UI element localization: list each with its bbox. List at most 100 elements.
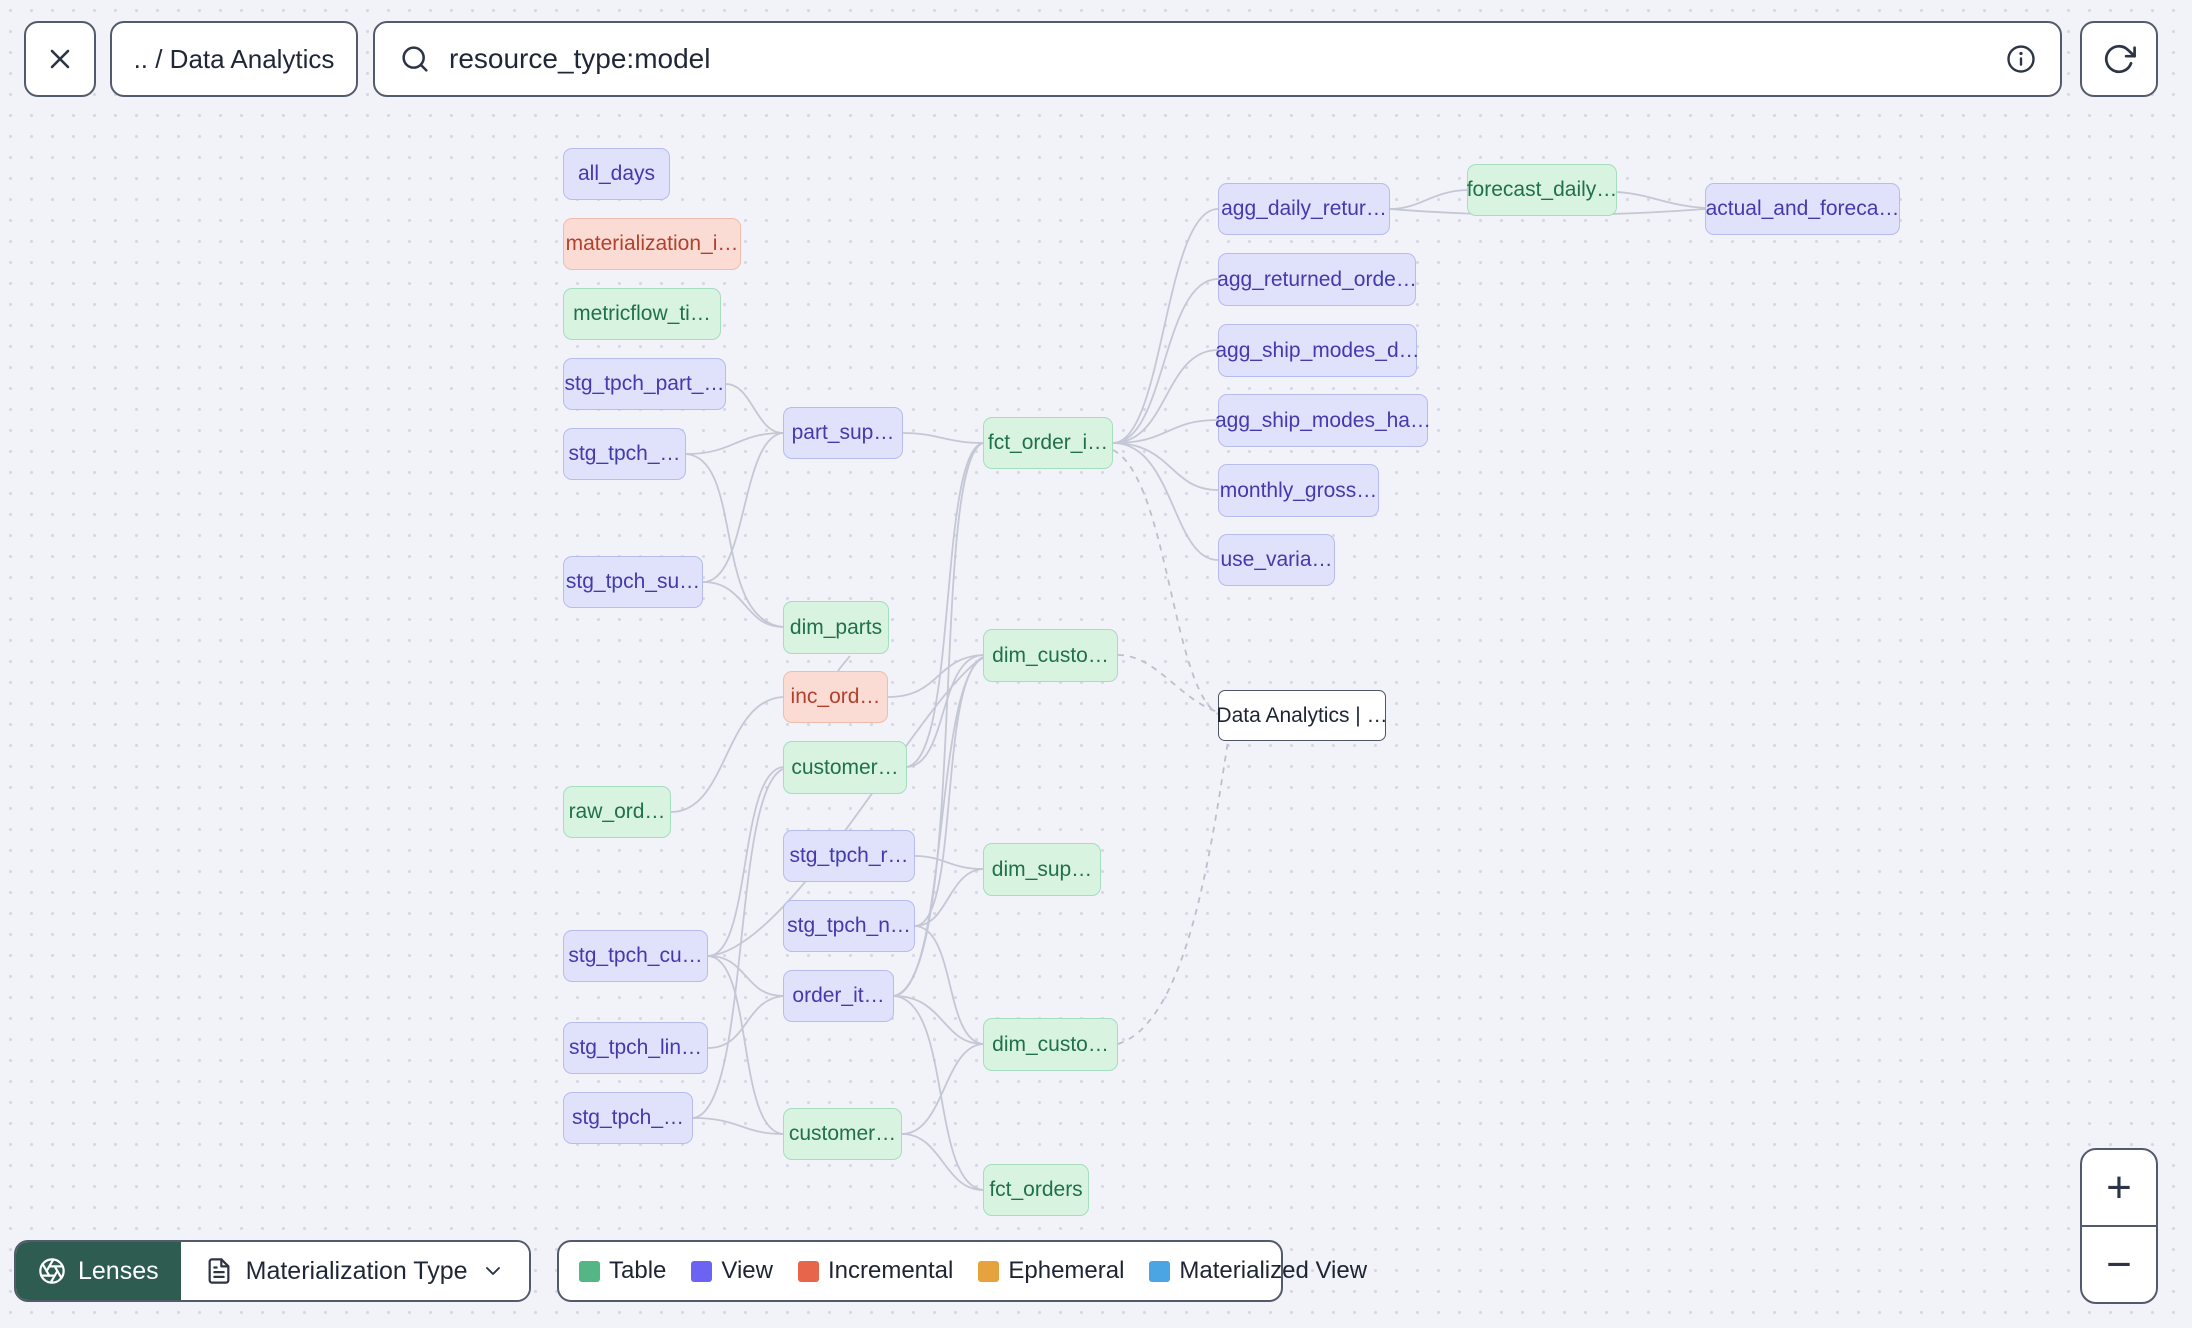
close-button[interactable] [24, 21, 96, 97]
graph-node-stg-tpch-n[interactable]: stg_tpch_n… [783, 900, 915, 952]
graph-node-forecast-daily[interactable]: forecast_daily… [1467, 164, 1617, 216]
graph-node-dim-custo-a[interactable]: dim_custo… [983, 629, 1118, 682]
info-icon[interactable] [2006, 44, 2036, 74]
lineage-edge-dashed [1112, 449, 1219, 715]
lineage-edge [893, 995, 984, 1045]
graph-node-fct-order-i[interactable]: fct_order_i… [983, 417, 1113, 469]
lineage-edge [702, 581, 784, 628]
graph-node-actual-and-foreca[interactable]: actual_and_foreca… [1705, 183, 1900, 235]
search-icon [402, 46, 428, 72]
graph-node-stg-tpch-lin[interactable]: stg_tpch_lin… [563, 1022, 708, 1074]
graph-node-monthly-gross[interactable]: monthly_gross… [1218, 464, 1379, 517]
graph-node-dim-sup[interactable]: dim_sup… [983, 843, 1101, 896]
lineage-edge [1112, 208, 1219, 444]
lineage-edge [1112, 419, 1219, 444]
lineage-edge [905, 442, 984, 768]
graph-node-metricflow-ti[interactable]: metricflow_ti… [563, 288, 721, 340]
graph-node-customer-b[interactable]: customer… [783, 1108, 902, 1160]
legend-item-ephemeral: Ephemeral [978, 1257, 1124, 1285]
lenses-button[interactable]: Lenses [16, 1242, 181, 1300]
lineage-edge [1616, 191, 1706, 209]
lineage-edge [707, 995, 784, 1049]
legend-swatch [691, 1260, 713, 1282]
graph-node-raw-ord[interactable]: raw_ord… [563, 786, 671, 838]
lineage-edge [902, 432, 984, 444]
refresh-icon [2104, 44, 2136, 74]
lenses-bar: Lenses Materialization Type [14, 1240, 531, 1302]
lineage-edge-dashed [1117, 654, 1219, 713]
legend-label: Materialized View [1179, 1257, 1368, 1284]
lineage-canvas[interactable]: all_days materialization_i… metricflow_ti…… [0, 0, 2192, 1328]
graph-node-stg-tpch-part[interactable]: stg_tpch_part_… [563, 358, 726, 410]
graph-node-stg-tpch-cu[interactable]: stg_tpch_cu… [563, 930, 708, 982]
lineage-edge [1112, 442, 1219, 561]
aperture-icon [39, 1258, 65, 1284]
lineage-edge [707, 955, 784, 1135]
lens-type-select[interactable]: Materialization Type [180, 1242, 529, 1300]
lineage-edge [887, 654, 984, 698]
lineage-edge-dashed [1117, 740, 1229, 1045]
graph-node-stg-tpch-su[interactable]: stg_tpch_su… [563, 556, 703, 608]
lineage-edge [893, 995, 984, 1191]
legend-item-materialized-view: Materialized View [1149, 1257, 1367, 1285]
lineage-edge [707, 766, 784, 957]
graph-node-stg-tpch-a[interactable]: stg_tpch_… [563, 428, 686, 480]
graph-node-exposure-data-analytics[interactable]: Data Analytics | … [1216, 690, 1388, 741]
legend-swatch [579, 1260, 600, 1282]
zoom-out-button[interactable]: − [2082, 1227, 2156, 1302]
lineage-edge [670, 696, 784, 813]
graph-node-stg-tpch-r[interactable]: stg_tpch_r… [783, 830, 915, 882]
lineage-edge [914, 656, 984, 927]
graph-node-dim-custo-b[interactable]: dim_custo… [983, 1018, 1118, 1071]
zoom-controls: + − [2080, 1148, 2158, 1304]
lineage-edge [702, 432, 784, 583]
lineage-edge [1112, 442, 1219, 491]
lineage-edge [725, 383, 784, 434]
lineage-edge [914, 925, 984, 1045]
graph-node-part-sup[interactable]: part_sup… [783, 407, 903, 459]
legend-item-view: View [691, 1257, 773, 1285]
lineage-edge [692, 1117, 784, 1135]
lineage-edge [914, 868, 984, 927]
legend-swatch [797, 1260, 819, 1282]
breadcrumb-label: .. / Data Analytics [133, 43, 335, 74]
lenses-label: Lenses [78, 1256, 159, 1285]
lineage-edge [1389, 189, 1468, 210]
legend-label: Incremental [827, 1257, 954, 1284]
x-icon [50, 49, 70, 69]
graph-node-inc-ord[interactable]: inc_ord… [783, 671, 888, 723]
lineage-edge [1112, 278, 1219, 444]
graph-node-agg-ship-modes-d[interactable]: agg_ship_modes_d… [1215, 324, 1420, 377]
lineage-edge [901, 1133, 984, 1191]
lineage-edge [837, 655, 851, 672]
search-input[interactable] [449, 43, 1988, 75]
lineage-edge [914, 855, 984, 870]
legend-label: Table [609, 1257, 667, 1284]
refresh-button[interactable] [2080, 21, 2158, 97]
legend-item-table: Table [579, 1257, 666, 1285]
graph-node-order-it[interactable]: order_it… [783, 970, 894, 1022]
graph-node-agg-daily-retur[interactable]: agg_daily_retur… [1218, 183, 1390, 235]
graph-node-stg-tpch-b[interactable]: stg_tpch_… [563, 1092, 693, 1144]
graph-node-materialization-i[interactable]: materialization_i… [563, 218, 741, 270]
zoom-in-button[interactable]: + [2082, 1150, 2156, 1227]
graph-node-dim-parts[interactable]: dim_parts [783, 601, 889, 654]
legend-swatch [1149, 1260, 1171, 1282]
graph-node-customer-a[interactable]: customer… [783, 741, 907, 794]
graph-node-use-varia[interactable]: use_varia… [1218, 534, 1335, 586]
graph-node-fct-orders[interactable]: fct_orders [983, 1164, 1089, 1216]
chevron-down-icon [485, 1267, 500, 1275]
graph-node-agg-returned-orde[interactable]: agg_returned_orde… [1217, 253, 1417, 306]
breadcrumb[interactable]: .. / Data Analytics [110, 21, 358, 97]
lineage-edge [707, 955, 784, 997]
lens-selector-label: Materialization Type [245, 1256, 468, 1285]
graph-node-agg-ship-modes-ha[interactable]: agg_ship_modes_ha… [1215, 394, 1431, 447]
lineage-edge [1112, 349, 1219, 444]
search-bar[interactable] [373, 21, 2062, 97]
legend-swatch [978, 1260, 1000, 1282]
graph-node-all_days[interactable]: all_days [563, 148, 670, 200]
document-icon [208, 1258, 230, 1284]
legend-label: View [721, 1257, 773, 1284]
lineage-edge [901, 1043, 984, 1135]
lineage-edge [905, 654, 984, 768]
